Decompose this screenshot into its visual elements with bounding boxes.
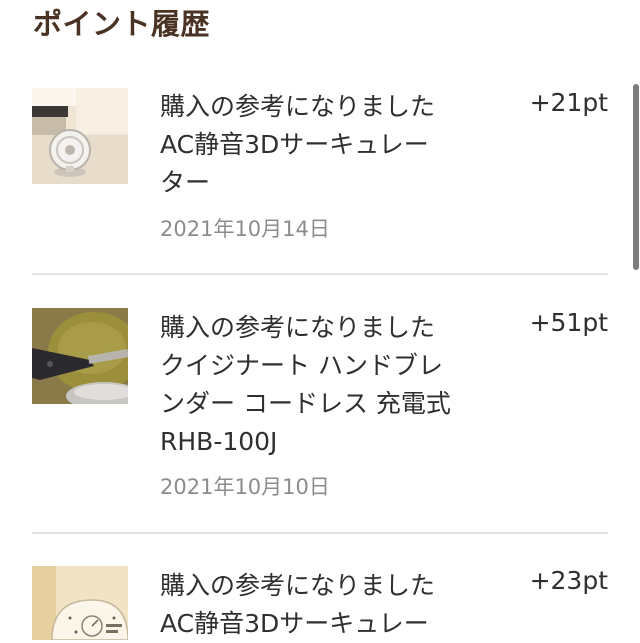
points-earned: +23pt (529, 566, 608, 595)
product-thumbnail[interactable] (32, 566, 128, 640)
points-earned: +51pt (529, 308, 608, 337)
item-description-line: ター (160, 168, 211, 197)
points-history-list: 購入の参考になりました AC静音3Dサーキュレー ター +21pt 2021年1… (0, 0, 640, 640)
item-description-line: 購入の参考になりました (160, 313, 436, 342)
item-description: 購入の参考になりました AC静音3Dサーキュレー (160, 567, 500, 643)
item-date: 2021年10月10日 (160, 475, 330, 499)
item-description: 購入の参考になりました AC静音3Dサーキュレー ター (160, 88, 500, 202)
item-description-line: AC静音3Dサーキュレー (160, 609, 429, 638)
points-earned: +21pt (529, 88, 608, 117)
product-thumbnail[interactable] (32, 88, 128, 184)
item-description-line: AC静音3Dサーキュレー (160, 130, 429, 159)
item-description-line: ンダー コードレス 充電式 (160, 389, 451, 418)
circulator-fan-icon (32, 88, 128, 184)
item-description-line: 購入の参考になりました (160, 571, 436, 600)
circulator-dial-icon (32, 566, 128, 640)
scrollbar[interactable] (630, 0, 640, 640)
hand-blender-icon (32, 308, 128, 404)
divider (32, 273, 608, 275)
scrollbar-thumb[interactable] (633, 84, 639, 270)
item-description-line: RHB-100J (160, 427, 278, 456)
item-description: 購入の参考になりました クイジナート ハンドブレ ンダー コードレス 充電式 R… (160, 309, 500, 461)
item-date: 2021年10月14日 (160, 217, 330, 241)
product-thumbnail[interactable] (32, 308, 128, 404)
item-description-line: クイジナート ハンドブレ (160, 351, 443, 380)
divider (32, 532, 608, 534)
item-description-line: 購入の参考になりました (160, 92, 436, 121)
